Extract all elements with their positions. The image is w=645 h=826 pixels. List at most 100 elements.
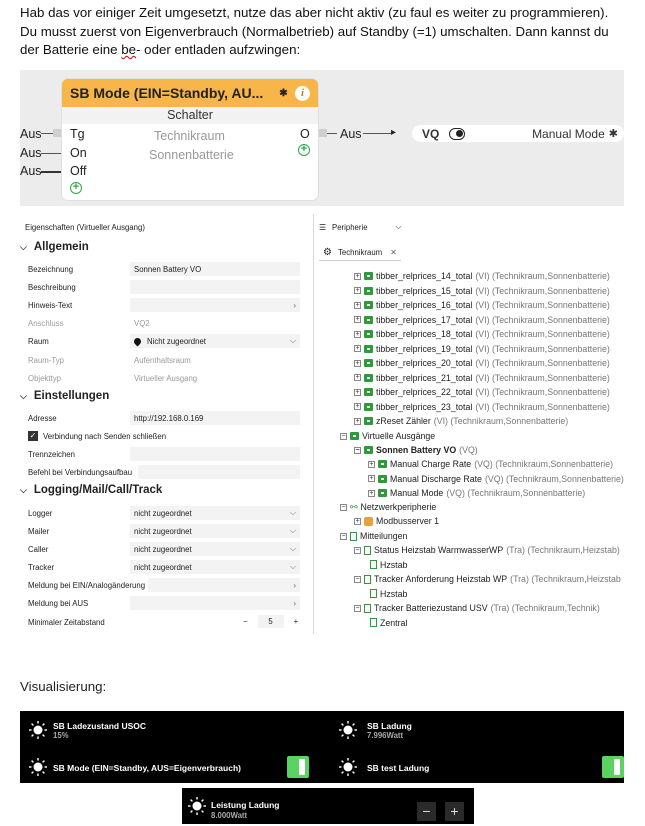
- tree-item[interactable]: + tibber_relprices_21_total (VI) (Technikr…: [354, 371, 610, 385]
- expand-icon[interactable]: +: [368, 489, 375, 497]
- pin-tg[interactable]: Tg: [70, 127, 85, 141]
- expand-icon[interactable]: +: [368, 460, 375, 468]
- input-icon: [364, 330, 373, 338]
- location-pin-icon: [132, 336, 143, 346]
- checkbox-checked-icon[interactable]: ✓: [28, 431, 38, 441]
- minus-button[interactable]: −: [417, 802, 436, 821]
- meldung-ein-input[interactable]: ›: [148, 578, 300, 592]
- caller-select[interactable]: nicht zugeordnet ⌵: [130, 542, 300, 556]
- tree-node-network[interactable]: − ⚯ Netzwerkperipherie: [340, 500, 436, 514]
- expand-icon[interactable]: +: [354, 272, 361, 280]
- tree-item[interactable]: + tibber_relprices_23_total (VI) (Technikr…: [354, 400, 610, 414]
- plus-button[interactable]: +: [445, 802, 464, 821]
- tree-node-messages[interactable]: − Mitteilungen: [340, 529, 407, 543]
- chevron-down-icon: ⌵: [20, 484, 27, 495]
- expand-icon[interactable]: +: [354, 374, 361, 381]
- add-output-icon[interactable]: +: [298, 144, 310, 156]
- vq-value: Manual Mode: [532, 126, 605, 141]
- tree-item[interactable]: + tibber_relprices_18_total (VI) (Technikr…: [354, 327, 610, 341]
- befehl-input[interactable]: [138, 465, 300, 479]
- adresse-input[interactable]: http://192.168.0.169: [130, 411, 300, 425]
- settings-icon[interactable]: ✱: [609, 127, 624, 140]
- trennzeichen-input[interactable]: [130, 447, 300, 461]
- expand-icon[interactable]: +: [354, 345, 361, 352]
- block-header[interactable]: SB Mode (EIN=Standby, AU... ✱ i: [62, 79, 318, 107]
- database-icon: [364, 516, 373, 526]
- expand-icon[interactable]: +: [354, 330, 361, 338]
- hinweis-input[interactable]: ›: [130, 298, 300, 312]
- menu-icon: ☰: [319, 222, 326, 232]
- close-icon[interactable]: ✕: [390, 248, 397, 257]
- tree-message[interactable]: − Tracker Anforderung Heizstab WP (Tra) (T…: [354, 572, 621, 586]
- chevron-down-icon: ⌵: [289, 336, 296, 345]
- meldung-aus-input[interactable]: ›: [130, 596, 300, 610]
- minus-button[interactable]: −: [243, 617, 248, 626]
- pin-output[interactable]: O: [300, 127, 310, 141]
- tree-node-virtual-outputs[interactable]: − Virtuelle Ausgänge: [340, 429, 435, 443]
- test-ladung-switch[interactable]: [602, 756, 624, 778]
- tree-item[interactable]: + tibber_relprices_22_total (VI) (Technikr…: [354, 385, 610, 399]
- tile-title-leistung: Leistung Ladung: [211, 800, 280, 810]
- output-connector[interactable]: [319, 129, 327, 137]
- tab-technikraum[interactable]: ⚙ Technikraum ✕: [319, 245, 401, 261]
- field-verbindung[interactable]: ✓ Verbindung nach Senden schließen: [28, 429, 300, 443]
- beschreibung-input[interactable]: [130, 280, 300, 294]
- add-input-icon[interactable]: +: [70, 182, 82, 194]
- tree-item[interactable]: + tibber_relprices_15_total (VI) (Technikr…: [354, 284, 610, 298]
- tree-item[interactable]: + zReset Zähler (VI) (Technikraum,Sonnenba…: [354, 414, 568, 428]
- vq-node[interactable]: VQ Manual Mode ✱: [412, 125, 624, 142]
- collapse-icon[interactable]: −: [354, 575, 361, 583]
- expand-icon[interactable]: +: [354, 359, 361, 367]
- vq-toggle-icon[interactable]: [449, 127, 466, 140]
- expand-icon[interactable]: +: [354, 301, 361, 309]
- tree-message-child[interactable]: Zentral: [370, 616, 407, 630]
- bezeichnung-input[interactable]: Sonnen Battery VO: [130, 262, 300, 276]
- pin-on[interactable]: On: [70, 146, 87, 160]
- logger-select[interactable]: nicht zugeordnet ⌵: [130, 506, 300, 520]
- tile-value-leistung: 8.000Watt: [211, 811, 248, 820]
- field-caller: Caller nicht zugeordnet ⌵: [28, 542, 300, 556]
- tree-command[interactable]: + Manual Charge Rate (VQ) (Technikraum,Son…: [368, 457, 613, 471]
- tree-message[interactable]: − Tracker Batteriezustand USV (Tra) (Techn…: [354, 601, 600, 615]
- tree-item[interactable]: + tibber_relprices_16_total (VI) (Technikr…: [354, 298, 610, 312]
- collapse-icon[interactable]: −: [354, 546, 361, 554]
- tree-item[interactable]: + tibber_relprices_20_total (VI) (Technikr…: [354, 356, 610, 370]
- tile-title-sb-mode: SB Mode (EIN=Standby, AUS=Eigenverbrauch…: [53, 763, 241, 773]
- info-icon[interactable]: i: [295, 85, 310, 101]
- section-allgemein[interactable]: ⌵ Allgemein: [20, 241, 89, 253]
- tracker-select[interactable]: nicht zugeordnet ⌵: [130, 560, 300, 574]
- tree-item[interactable]: + tibber_relprices_19_total (VI) (Technikr…: [354, 342, 610, 356]
- section-einstellungen[interactable]: ⌵ Einstellungen: [20, 390, 109, 402]
- expand-icon[interactable]: +: [354, 388, 361, 396]
- expand-icon[interactable]: +: [354, 417, 361, 425]
- switch-block[interactable]: SB Mode (EIN=Standby, AU... ✱ i Schalter…: [62, 79, 318, 200]
- tree-item[interactable]: + tibber_relprices_17_total (VI) (Technikr…: [354, 313, 610, 327]
- wire: [41, 171, 61, 173]
- expand-icon[interactable]: +: [354, 316, 361, 323]
- tree-node-battery[interactable]: − Sonnen Battery VO (VQ): [354, 443, 478, 457]
- input-connector[interactable]: [53, 129, 61, 137]
- sb-mode-switch[interactable]: [287, 756, 309, 778]
- tree-message-child[interactable]: Hzstab: [370, 558, 407, 572]
- field-raum: Raum Nicht zugeordnet ⌵: [28, 334, 300, 348]
- tree-command[interactable]: + Manual Discharge Rate (VQ) (Technikraum,…: [368, 472, 624, 486]
- tree-message[interactable]: − Status Heizstab WarmwasserWP (Tra) (Tech…: [354, 543, 620, 557]
- tree-item[interactable]: + tibber_relprices_14_total (VI) (Technikr…: [354, 269, 610, 283]
- pin-off[interactable]: Off: [70, 164, 86, 178]
- expand-icon[interactable]: +: [354, 403, 361, 410]
- collapse-icon[interactable]: −: [354, 604, 361, 612]
- intro-text: Hab das vor einiger Zeit umgesetzt, nutz…: [20, 4, 630, 60]
- tile-title-ladezustand: SB Ladezustand USOC: [53, 721, 147, 731]
- tree-node-modbus[interactable]: + Modbusserver 1: [354, 514, 439, 528]
- expand-icon[interactable]: +: [368, 475, 375, 482]
- settings-icon[interactable]: ✱: [276, 86, 291, 101]
- plus-button[interactable]: +: [294, 617, 299, 626]
- mailer-select[interactable]: nicht zugeordnet ⌵: [130, 524, 300, 538]
- tree-header[interactable]: ☰ Peripherie ⌵: [319, 222, 401, 232]
- section-logging[interactable]: ⌵ Logging/Mail/Call/Track: [20, 484, 162, 496]
- tree-message-child[interactable]: Hzstab: [370, 587, 407, 601]
- expand-icon[interactable]: +: [354, 287, 361, 294]
- zeitabstand-stepper[interactable]: −5 +: [243, 615, 298, 628]
- raum-select[interactable]: Nicht zugeordnet ⌵: [130, 334, 300, 348]
- tree-command[interactable]: + Manual Mode (VQ) (Technikraum,Sonnenbatt…: [368, 486, 585, 500]
